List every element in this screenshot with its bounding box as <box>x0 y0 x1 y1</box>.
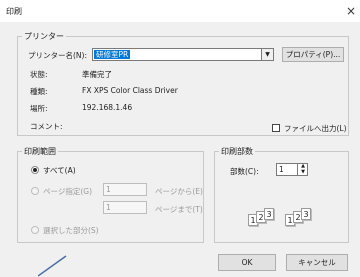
printer-name-select[interactable]: 研修室PR ▼ <box>92 48 274 61</box>
collate-page-b3: 3 <box>301 208 311 220</box>
from-page-input[interactable]: 1 <box>103 183 147 196</box>
print-to-file-label[interactable]: ファイルへ出力(L) <box>284 123 347 134</box>
spin-down-icon[interactable]: ▼ <box>299 170 307 175</box>
window-title: 印刷 <box>6 7 22 16</box>
copies-spinner[interactable]: ▲ ▼ <box>298 163 308 176</box>
to-page-input[interactable]: 1 <box>103 201 147 214</box>
chevron-down-icon[interactable]: ▼ <box>261 49 273 60</box>
print-dialog: 印刷 × プリンター プリンター名(N): 研修室PR ▼ プロパティ(P)..… <box>0 0 360 277</box>
print-range-legend: 印刷範囲 <box>22 146 58 157</box>
page-range-label[interactable]: ページ指定(G) <box>43 186 92 197</box>
copies-input[interactable]: 1 <box>276 163 298 176</box>
cancel-button[interactable]: キャンセル <box>286 254 348 271</box>
ok-button[interactable]: OK <box>218 254 276 271</box>
decorative-line <box>38 255 67 277</box>
location-value: 192.168.1.46 <box>82 103 133 112</box>
print-to-file-checkbox[interactable] <box>272 124 280 132</box>
printer-group-legend: プリンター <box>22 31 66 42</box>
all-pages-label[interactable]: すべて(A) <box>43 165 76 176</box>
all-pages-radio[interactable] <box>31 166 39 174</box>
close-icon[interactable]: × <box>342 2 360 20</box>
comment-label: コメント: <box>30 122 63 131</box>
selection-radio[interactable] <box>31 226 39 234</box>
copies-legend: 印刷部数 <box>219 146 255 157</box>
copies-label: 部数(C): <box>230 167 259 176</box>
type-value: FX XPS Color Class Driver <box>82 86 178 95</box>
type-label: 種類: <box>30 87 48 96</box>
status-label: 状態: <box>30 70 48 79</box>
from-page-suffix: ページから(E) <box>155 187 203 196</box>
printer-name-label: プリンター名(N): <box>28 51 87 60</box>
location-label: 場所: <box>30 104 48 113</box>
status-value: 準備完了 <box>82 70 112 79</box>
selection-label[interactable]: 選択した部分(S) <box>43 225 99 236</box>
to-page-suffix: ページまで(T) <box>155 205 203 214</box>
selected-printer-value: 研修室PR <box>94 50 131 59</box>
collate-page-a3: 3 <box>264 208 274 220</box>
properties-button[interactable]: プロパティ(P)... <box>282 47 344 62</box>
title-bar: 印刷 × <box>0 0 360 22</box>
page-range-radio[interactable] <box>31 187 39 195</box>
